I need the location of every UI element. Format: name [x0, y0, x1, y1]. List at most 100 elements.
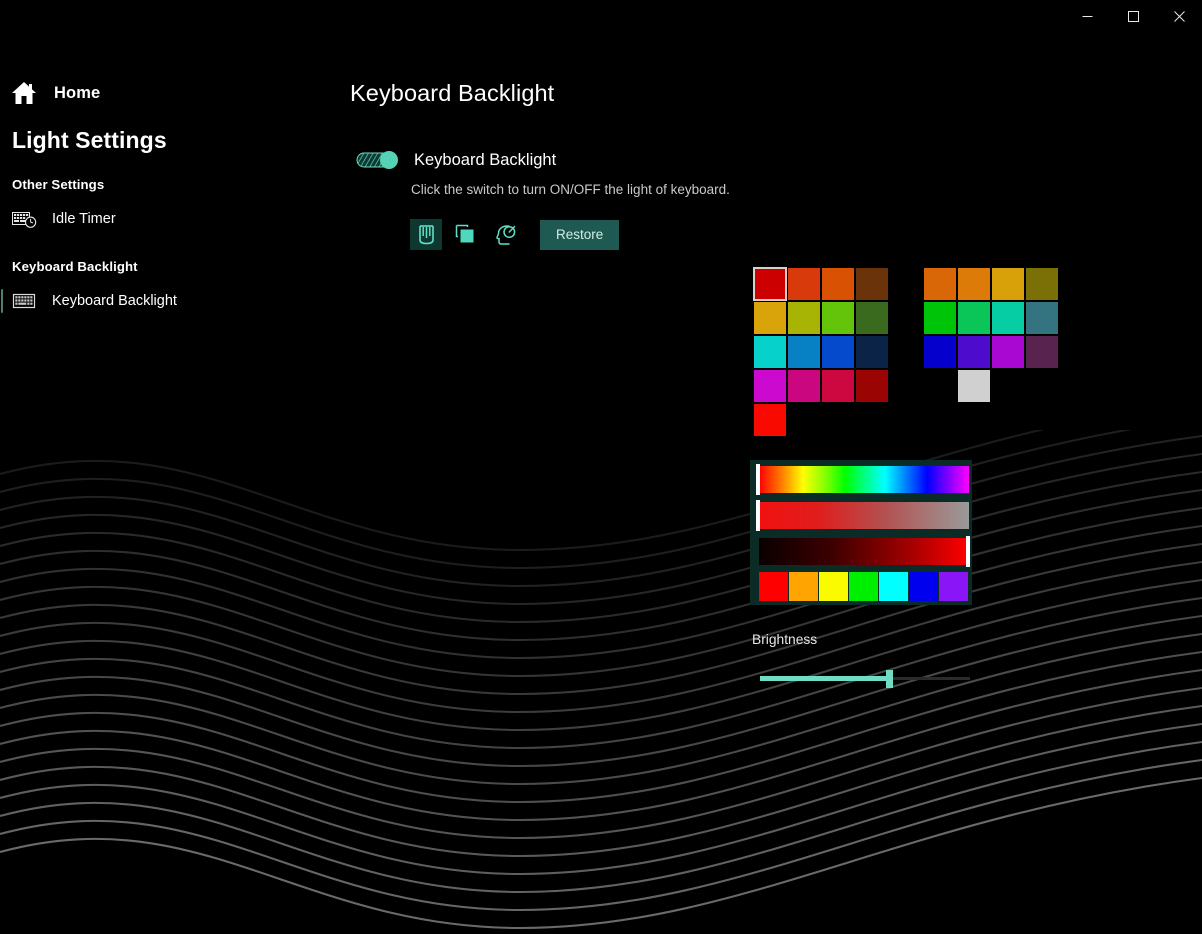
palette-cell[interactable]: [923, 301, 957, 335]
palette-swatch[interactable]: [822, 370, 854, 402]
palette-cell[interactable]: [753, 267, 787, 301]
palette-row: [753, 335, 1058, 369]
value-slider-track[interactable]: [759, 538, 969, 565]
preset-color-swatch[interactable]: [879, 572, 908, 601]
value-slider-thumb[interactable]: [966, 536, 970, 567]
palette-cell[interactable]: [1025, 301, 1059, 335]
sidebar-item-keyboard-backlight[interactable]: Keyboard Backlight: [0, 284, 340, 318]
sidebar-item-home[interactable]: Home: [0, 73, 340, 113]
palette-cell[interactable]: [753, 369, 787, 403]
palette-swatch[interactable]: [754, 404, 786, 436]
palette-cell[interactable]: [855, 335, 889, 369]
title-bar: [0, 0, 1202, 32]
palette-swatch[interactable]: [992, 302, 1024, 334]
palette-swatch[interactable]: [856, 370, 888, 402]
palette-swatch[interactable]: [1026, 302, 1058, 334]
palette-cell: [889, 267, 923, 301]
preset-color-swatch[interactable]: [759, 572, 788, 601]
palette-swatch-empty: [992, 370, 1024, 402]
keyboard-backlight-toggle-row: Keyboard Backlight: [356, 150, 1202, 170]
palette-swatch[interactable]: [958, 268, 990, 300]
palette-cell[interactable]: [753, 335, 787, 369]
close-button[interactable]: [1156, 0, 1202, 32]
palette-swatch[interactable]: [754, 302, 786, 334]
hue-slider-track[interactable]: [759, 466, 969, 493]
palette-cell[interactable]: [787, 267, 821, 301]
palette-swatch[interactable]: [788, 302, 820, 334]
palette-cell[interactable]: [855, 267, 889, 301]
palette-cell[interactable]: [787, 301, 821, 335]
keyboard-icon: [12, 291, 38, 311]
palette-cell[interactable]: [1025, 335, 1059, 369]
palette-swatch[interactable]: [958, 336, 990, 368]
palette-swatch-empty: [1026, 404, 1058, 436]
palette-cell[interactable]: [923, 335, 957, 369]
palette-cell[interactable]: [753, 403, 787, 437]
preset-color-swatch[interactable]: [849, 572, 878, 601]
sidebar-item-label: Idle Timer: [52, 211, 116, 227]
palette-swatch[interactable]: [856, 268, 888, 300]
sidebar-item-idle-timer[interactable]: Idle Timer: [0, 202, 340, 236]
palette-cell[interactable]: [991, 267, 1025, 301]
palette-swatch[interactable]: [1026, 268, 1058, 300]
palette-swatch[interactable]: [822, 302, 854, 334]
paint-bucket-button[interactable]: [410, 219, 442, 250]
preset-color-swatch[interactable]: [789, 572, 818, 601]
palette-swatch[interactable]: [788, 370, 820, 402]
palette-swatch[interactable]: [958, 370, 990, 402]
palette-swatch[interactable]: [788, 268, 820, 300]
color-palette-grid: [753, 267, 1058, 437]
palette-cell[interactable]: [821, 335, 855, 369]
palette-cell[interactable]: [957, 335, 991, 369]
palette-cell[interactable]: [957, 369, 991, 403]
palette-cell[interactable]: [821, 301, 855, 335]
palette-swatch[interactable]: [1026, 336, 1058, 368]
close-icon: [1173, 10, 1185, 22]
hue-slider-thumb[interactable]: [756, 464, 760, 495]
palette-cell: [1025, 369, 1059, 403]
palette-cell[interactable]: [821, 369, 855, 403]
preset-color-swatch[interactable]: [819, 572, 848, 601]
paint-bucket-icon: [418, 225, 434, 245]
palette-swatch[interactable]: [958, 302, 990, 334]
hue-slider-row: [753, 464, 969, 495]
keyboard-backlight-toggle[interactable]: [356, 150, 400, 170]
palette-cell[interactable]: [957, 301, 991, 335]
palette-cell[interactable]: [923, 267, 957, 301]
palette-cell[interactable]: [855, 301, 889, 335]
restore-button[interactable]: Restore: [540, 219, 620, 250]
palette-swatch[interactable]: [754, 336, 786, 368]
preset-color-swatch[interactable]: [909, 572, 938, 601]
palette-cell[interactable]: [1025, 267, 1059, 301]
copy-layers-button[interactable]: [450, 219, 482, 250]
palette-swatch[interactable]: [992, 268, 1024, 300]
brightness-slider[interactable]: [760, 670, 970, 688]
palette-row: [753, 403, 1043, 437]
palette-cell[interactable]: [753, 301, 787, 335]
palette-cell[interactable]: [991, 301, 1025, 335]
palette-swatch[interactable]: [788, 336, 820, 368]
palette-swatch[interactable]: [924, 336, 956, 368]
palette-swatch[interactable]: [822, 268, 854, 300]
palette-swatch[interactable]: [754, 370, 786, 402]
palette-swatch[interactable]: [856, 336, 888, 368]
palette-swatch[interactable]: [992, 336, 1024, 368]
palette-cell[interactable]: [821, 267, 855, 301]
saturation-slider-track[interactable]: [759, 502, 969, 529]
palette-swatch[interactable]: [856, 302, 888, 334]
palette-swatch[interactable]: [924, 302, 956, 334]
preset-color-swatch[interactable]: [939, 572, 968, 601]
palette-swatch[interactable]: [822, 336, 854, 368]
palette-cell[interactable]: [991, 335, 1025, 369]
palette-cell[interactable]: [787, 369, 821, 403]
brightness-slider-thumb[interactable]: [886, 670, 893, 688]
minimize-button[interactable]: [1064, 0, 1110, 32]
palette-swatch[interactable]: [924, 268, 956, 300]
head-profile-button[interactable]: [490, 219, 522, 250]
saturation-slider-thumb[interactable]: [756, 500, 760, 531]
palette-cell[interactable]: [855, 369, 889, 403]
palette-cell[interactable]: [957, 267, 991, 301]
palette-swatch[interactable]: [753, 267, 787, 301]
palette-cell[interactable]: [787, 335, 821, 369]
maximize-button[interactable]: [1110, 0, 1156, 32]
